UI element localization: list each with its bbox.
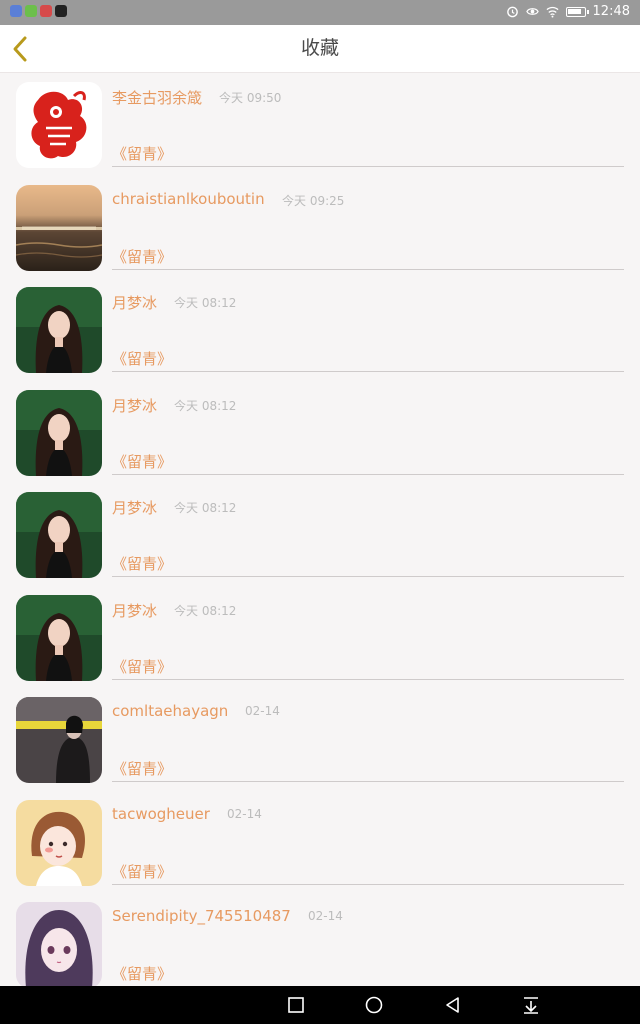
item-name[interactable]: 月梦冰 (112, 395, 157, 416)
list-item[interactable]: 月梦冰 今天 08:12 《留青》 (0, 586, 640, 689)
list-item[interactable]: 李金古羽余箴 今天 09:50 《留青》 (0, 73, 640, 176)
home-circle-icon[interactable] (363, 994, 385, 1016)
avatar[interactable] (16, 184, 102, 271)
back-triangle-icon[interactable] (442, 994, 464, 1016)
item-time: 今天 08:12 (174, 603, 237, 618)
avatar[interactable] (16, 697, 102, 783)
item-time: 今天 08:12 (174, 398, 237, 413)
item-name[interactable]: comltaehayagn (112, 702, 228, 720)
recents-square-icon[interactable] (285, 994, 307, 1016)
avatar[interactable] (16, 594, 102, 681)
divider (112, 678, 624, 680)
item-time: 今天 08:12 (174, 501, 237, 515)
avatar[interactable] (16, 902, 102, 986)
item-name[interactable]: chraistianlkouboutin (112, 190, 265, 208)
item-tag[interactable]: 《留青》 (112, 246, 172, 267)
alarm-icon (506, 6, 518, 18)
app-icon-1 (10, 5, 22, 17)
avatar[interactable] (16, 389, 102, 476)
divider (112, 371, 624, 372)
item-tag[interactable]: 《留青》 (112, 451, 172, 472)
item-tag[interactable]: 《留青》 (112, 758, 172, 779)
item-tag[interactable]: 《留青》 (112, 143, 172, 164)
list-item[interactable]: 月梦冰 今天 08:12 《留青》 (0, 381, 640, 484)
item-time: 02-14 (308, 909, 343, 923)
wifi-icon (546, 6, 559, 18)
item-time: 02-14 (245, 704, 280, 718)
header: 收藏 (0, 25, 640, 73)
favorites-list[interactable]: 李金古羽余箴 今天 09:50 《留青》 chraistianlkouboutin 今… (0, 73, 640, 986)
item-name[interactable]: 李金古羽余箴 (112, 87, 202, 108)
item-time: 今天 09:50 (219, 91, 282, 105)
item-tag[interactable]: 《留青》 (112, 553, 172, 574)
tiktok-icon (55, 5, 67, 17)
avatar[interactable] (16, 287, 102, 373)
item-name[interactable]: Serendipity_745510487 (112, 907, 291, 925)
item-name[interactable]: 月梦冰 (112, 600, 157, 621)
item-tag[interactable]: 《留青》 (112, 348, 172, 369)
item-tag[interactable]: 《留青》 (112, 861, 172, 882)
list-item[interactable]: 月梦冰 今天 08:12 《留青》 (0, 483, 640, 586)
battery-icon (565, 6, 589, 17)
divider (112, 268, 624, 270)
avatar[interactable] (16, 82, 102, 168)
list-item[interactable]: comltaehayagn 02-14 《留青》 (0, 688, 640, 791)
item-time: 今天 09:25 (282, 193, 345, 208)
app-icon-3 (40, 5, 52, 17)
divider (112, 781, 624, 782)
item-tag[interactable]: 《留青》 (112, 963, 172, 984)
divider (112, 166, 624, 167)
navigation-bar (0, 986, 640, 1024)
notification-icons (10, 5, 67, 17)
divider (112, 883, 624, 885)
clock: 12:48 (592, 4, 630, 19)
item-name[interactable]: tacwogheuer (112, 805, 210, 823)
divider (112, 473, 624, 475)
notification-pull-icon[interactable] (520, 994, 542, 1016)
system-icons: 12:48 (506, 4, 630, 19)
status-bar: 12:48 (0, 0, 640, 25)
list-item[interactable]: chraistianlkouboutin 今天 09:25 《留青》 (0, 176, 640, 279)
eye-icon (525, 8, 539, 15)
list-item[interactable]: 月梦冰 今天 08:12 《留青》 (0, 278, 640, 381)
item-time: 02-14 (227, 806, 262, 821)
avatar[interactable] (16, 799, 102, 886)
divider (112, 576, 624, 577)
list-item[interactable]: Serendipity_745510487 02-14 《留青》 (0, 893, 640, 986)
item-name[interactable]: 月梦冰 (112, 497, 157, 518)
item-time: 今天 08:12 (174, 296, 237, 310)
app-icon-2 (25, 5, 37, 17)
avatar[interactable] (16, 492, 102, 578)
page-title: 收藏 (300, 37, 339, 59)
item-name[interactable]: 月梦冰 (112, 292, 157, 313)
item-tag[interactable]: 《留青》 (112, 656, 172, 677)
list-item[interactable]: tacwogheuer 02-14 《留青》 (0, 791, 640, 894)
